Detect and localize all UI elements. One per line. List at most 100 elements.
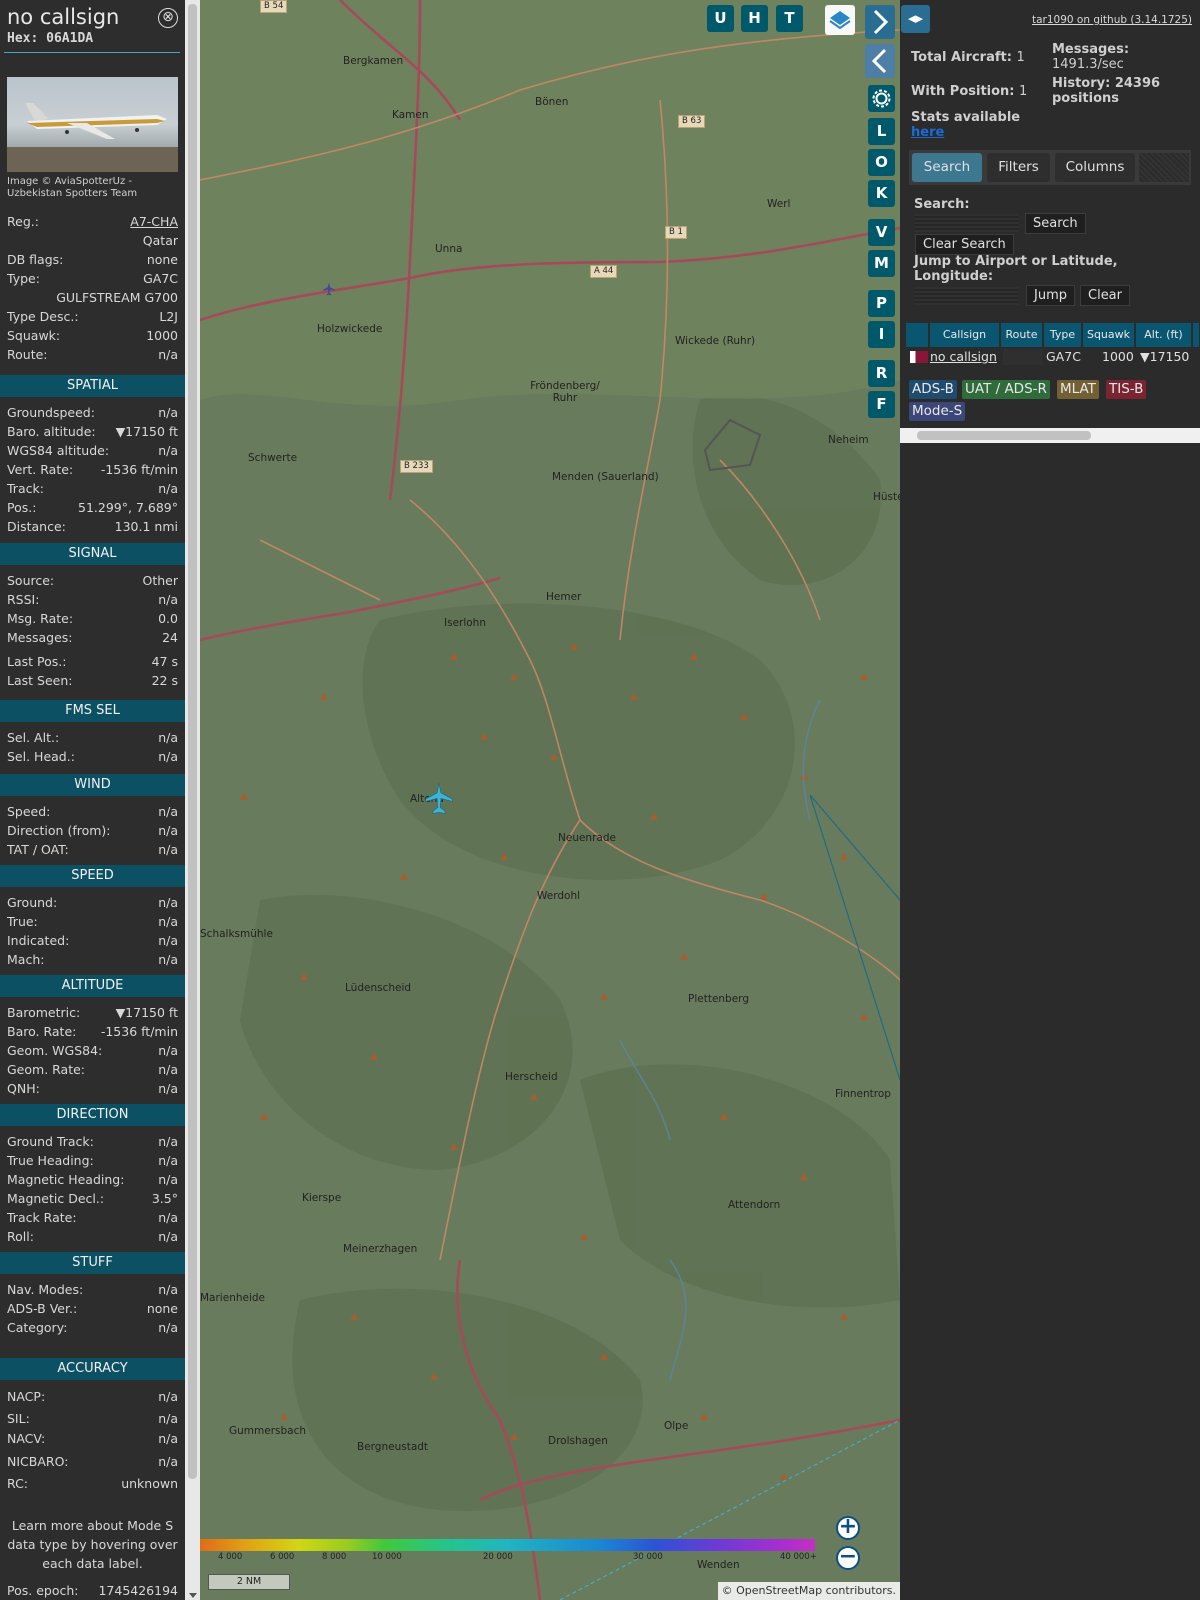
map-attribution[interactable]: © OpenStreetMap contributors. <box>717 1582 900 1600</box>
town-label: Wickede (Ruhr) <box>675 335 756 347</box>
selected-aircraft-icon[interactable] <box>424 782 454 816</box>
info-row-value: n/a <box>158 1043 178 1058</box>
country-flag-icon <box>910 351 928 363</box>
info-row-value: n/a <box>158 347 178 362</box>
clear-search-button[interactable]: Clear Search <box>915 234 1014 255</box>
toggle-o-button[interactable]: O <box>868 149 895 176</box>
info-row: Squawk: 1000 <box>7 327 178 345</box>
toggle-l-button[interactable]: L <box>868 118 895 145</box>
info-row-value: n/a <box>158 1081 178 1096</box>
toggle-sidebar-button[interactable]: ◂▸ <box>901 5 930 33</box>
info-row-label: Last Pos.: <box>7 654 67 669</box>
info-row-value: 47 s <box>151 654 178 669</box>
info-row-value: GULFSTREAM G700 <box>56 290 178 305</box>
collapse-left-button[interactable] <box>865 44 895 78</box>
scrollbar-thumb[interactable] <box>188 4 197 1479</box>
table-header-route[interactable]: Route <box>1001 323 1043 347</box>
town-label: Marienheide <box>200 1292 265 1304</box>
info-row-value: n/a <box>158 895 178 910</box>
row-callsign[interactable]: no callsign <box>930 349 997 365</box>
info-row: Messages: 24 <box>7 629 178 647</box>
tab-filters[interactable]: Filters <box>987 153 1050 182</box>
info-row-value: -1536 ft/min <box>100 1024 178 1039</box>
table-header-flag <box>906 323 929 347</box>
info-row: Baro. altitude: ▼17150 ft <box>7 423 178 441</box>
town-label: Kierspe <box>302 1192 342 1204</box>
town-label: Meinerzhagen <box>343 1243 418 1255</box>
toggle-v-button[interactable]: V <box>868 219 895 246</box>
info-row-label: Reg.: <box>7 214 39 229</box>
info-row-label: Speed: <box>7 804 51 819</box>
info-row-value: GA7C <box>143 271 178 286</box>
map-view[interactable]: Bergkamen Kamen Bönen Werl Unna Holzwick… <box>200 0 900 1600</box>
info-row: Distance: 130.1 nmi <box>7 518 178 536</box>
town-label: Bergkamen <box>343 55 404 67</box>
aircraft-callsign: no callsign <box>7 5 120 29</box>
info-row: Geom. Rate: n/a <box>7 1061 178 1079</box>
toggle-u-button[interactable]: U <box>707 5 734 32</box>
tab-search[interactable]: Search <box>912 153 982 182</box>
table-header-type[interactable]: Type <box>1044 323 1082 347</box>
table-header-callsign[interactable]: Callsign <box>930 323 1000 347</box>
scrollbar-thumb[interactable] <box>917 431 1091 440</box>
close-icon[interactable]: ⊗ <box>158 8 178 28</box>
toggle-i-button[interactable]: I <box>868 321 895 348</box>
expand-right-button[interactable] <box>865 5 895 39</box>
town-label: Werl <box>767 198 791 210</box>
info-row-value: n/a <box>158 749 178 764</box>
stats-here-link[interactable]: here <box>911 125 944 140</box>
town-label: Attendorn <box>728 1199 781 1211</box>
section-header: FMS SEL <box>0 700 185 722</box>
info-row-label: Magnetic Heading: <box>7 1172 125 1187</box>
jump-button[interactable]: Jump <box>1026 285 1075 306</box>
info-row-label: Ground: <box>7 895 58 910</box>
table-header-squawk[interactable]: Squawk <box>1083 323 1135 347</box>
info-row-value: n/a <box>158 1153 178 1168</box>
info-row-label: Indicated: <box>7 933 70 948</box>
with-position-label: With Position: <box>911 84 1015 99</box>
row-type: GA7C <box>1046 349 1081 364</box>
messages-rate: 1491.3/sec <box>1052 57 1124 72</box>
info-row: Track Rate: n/a <box>7 1209 178 1227</box>
info-row-label: Ground Track: <box>7 1134 94 1149</box>
toggle-m-button[interactable]: M <box>868 250 895 277</box>
toggle-f-button[interactable]: F <box>868 391 895 418</box>
info-row: SIL: n/a <box>7 1410 178 1428</box>
source-tag-adsb: ADS-B <box>909 380 957 399</box>
zoom-out-button[interactable]: − <box>836 1546 860 1570</box>
scroll-down-icon[interactable] <box>189 1593 197 1598</box>
info-row-value: n/a <box>158 405 178 420</box>
tab-columns[interactable]: Columns <box>1055 153 1135 182</box>
jump-input[interactable] <box>914 287 1019 305</box>
table-header-altitude[interactable]: Alt. (ft) <box>1136 323 1192 347</box>
info-row-label: Nav. Modes: <box>7 1282 84 1297</box>
info-row-value: ▼17150 ft <box>115 1005 178 1020</box>
clear-jump-button[interactable]: Clear <box>1080 285 1130 306</box>
info-panel-scrollbar[interactable] <box>185 0 200 1600</box>
info-row: Type Desc.: L2J <box>7 308 178 326</box>
settings-gear-icon[interactable] <box>868 85 895 112</box>
info-row: Geom. WGS84: n/a <box>7 1042 178 1060</box>
layers-icon[interactable] <box>825 5 855 35</box>
aircraft-photo[interactable] <box>7 77 178 172</box>
toggle-p-button[interactable]: P <box>868 290 895 317</box>
table-horizontal-scrollbar[interactable] <box>900 428 1200 443</box>
info-row-value: n/a <box>158 1389 178 1404</box>
search-button[interactable]: Search <box>1025 213 1086 234</box>
toggle-r-button[interactable]: R <box>868 360 895 387</box>
toggle-t-button[interactable]: T <box>776 5 803 32</box>
pos-epoch-value: 1745426194 <box>98 1583 178 1598</box>
toggle-k-button[interactable]: K <box>868 180 895 207</box>
info-row-value: n/a <box>158 481 178 496</box>
github-link[interactable]: tar1090 on github (3.14.1725) <box>1032 14 1192 26</box>
aircraft-marker-icon[interactable] <box>322 282 336 296</box>
tab-extra[interactable] <box>1139 153 1189 182</box>
info-row: Direction (from): n/a <box>7 822 178 840</box>
search-input[interactable] <box>914 214 1019 232</box>
info-row: TAT / OAT: n/a <box>7 841 178 859</box>
zoom-in-button[interactable]: + <box>836 1516 860 1540</box>
toggle-h-button[interactable]: H <box>741 5 768 32</box>
source-tag-tisb: TIS-B <box>1106 380 1147 399</box>
info-row: Magnetic Decl.: 3.5° <box>7 1190 178 1208</box>
info-row-value[interactable]: A7-CHA <box>130 213 178 231</box>
